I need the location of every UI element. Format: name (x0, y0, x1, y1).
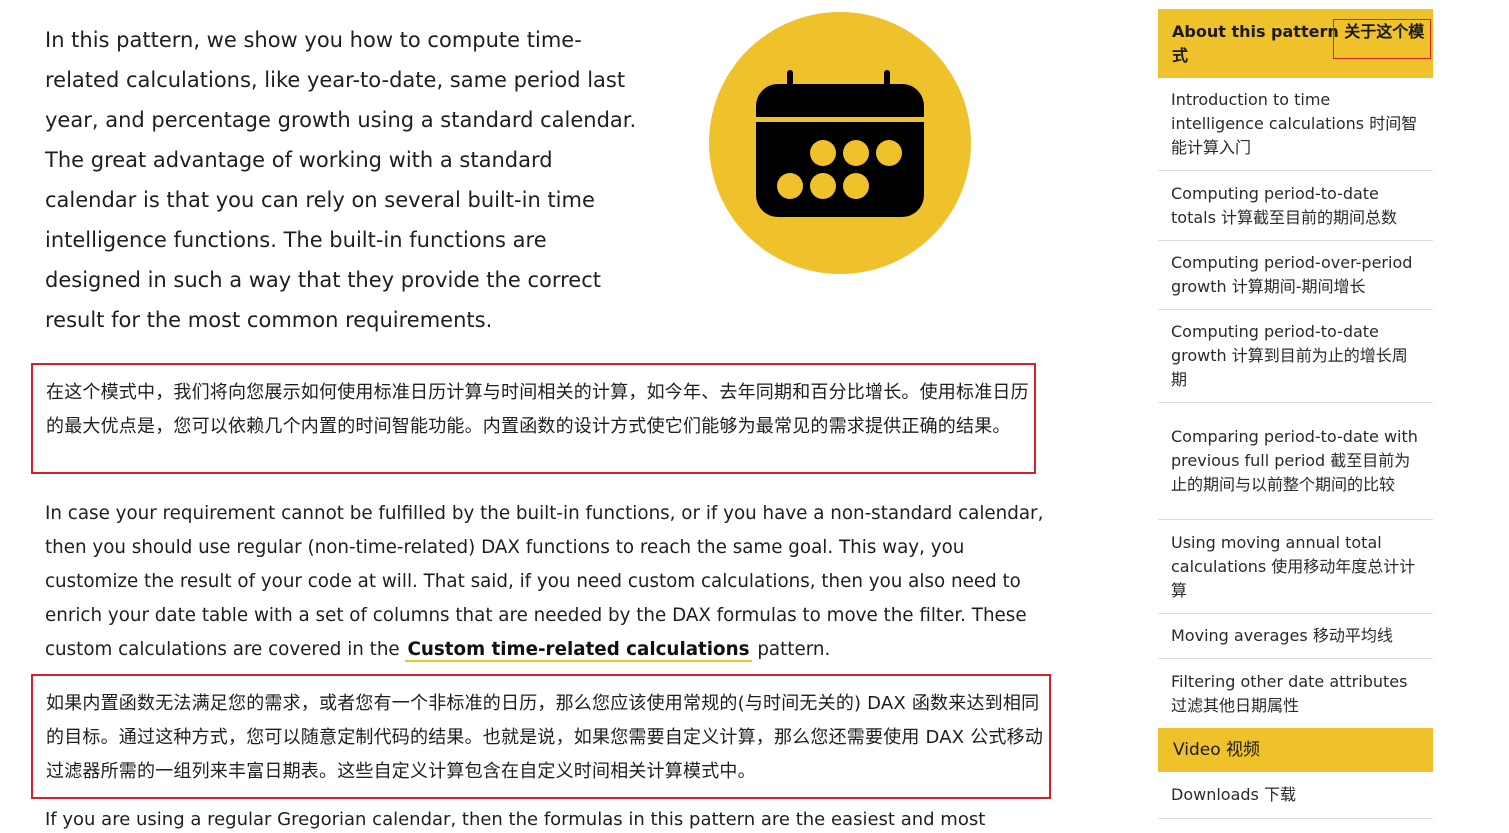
sidebar-item-label: Moving averages 移动平均线 (1171, 626, 1393, 645)
custom-time-calculations-link[interactable]: Custom time-related calculations (405, 639, 752, 662)
sidebar-item-period-to-date-growth[interactable]: Computing period-to-date growth 计算到目前为止的… (1158, 310, 1433, 403)
sidebar-toc: About this pattern 关于这个模式 Introduction t… (1158, 9, 1433, 819)
body-translation-box: 如果内置函数无法满足您的需求，或者您有一个非标准的日历，那么您应该使用常规的(与… (31, 674, 1051, 799)
translation-highlight-box (1333, 19, 1431, 59)
sidebar-item-label: Using moving annual total calculations 使… (1171, 532, 1416, 600)
sidebar-item-moving-annual-total[interactable]: Using moving annual total calculations 使… (1158, 520, 1433, 614)
sidebar-item-period-to-date-totals[interactable]: Computing period-to-date totals 计算截至目前的期… (1158, 171, 1433, 241)
calendar-icon (756, 70, 924, 217)
sidebar-item-label: Downloads 下载 (1171, 785, 1296, 804)
intro-translation-box: 在这个模式中，我们将向您展示如何使用标准日历计算与时间相关的计算，如今年、去年同… (31, 363, 1036, 474)
sidebar-item-compare-previous-period[interactable]: Comparing period-to-date with previous f… (1158, 403, 1433, 520)
body-paragraph-tail: pattern. (751, 639, 831, 660)
sidebar-item-label: Introduction to time intelligence calcul… (1171, 90, 1418, 157)
body-paragraph: In case your requirement cannot be fulfi… (45, 497, 1045, 667)
sidebar-item-introduction[interactable]: Introduction to time intelligence calcul… (1158, 78, 1433, 171)
sidebar-item-label: Computing period-over-period growth 计算期间… (1171, 253, 1413, 296)
sidebar-item-label: Computing period-to-date totals 计算截至目前的期… (1171, 183, 1398, 227)
sidebar-item-filtering-date-attributes[interactable]: Filtering other date attributes 过滤其他日期属性 (1158, 659, 1433, 728)
sidebar-item-period-over-period-growth[interactable]: Computing period-over-period growth 计算期间… (1158, 241, 1433, 310)
sidebar-item-label: Filtering other date attributes 过滤其他日期属性 (1171, 671, 1408, 715)
next-paragraph-partial: If you are using a regular Gregorian cal… (45, 809, 986, 830)
sidebar-item-label: Computing period-to-date growth 计算到目前为止的… (1171, 322, 1408, 389)
body-paragraph-text: In case your requirement cannot be fulfi… (45, 503, 1044, 660)
sidebar-item-moving-averages[interactable]: Moving averages 移动平均线 (1158, 614, 1433, 659)
sidebar-item-downloads[interactable]: Downloads 下载 (1158, 772, 1433, 819)
sidebar-item-label: Comparing period-to-date with previous f… (1171, 427, 1418, 494)
sidebar-video-section[interactable]: Video 视频 (1158, 728, 1433, 772)
intro-paragraph: In this pattern, we show you how to comp… (45, 28, 637, 332)
calendar-illustration (709, 12, 971, 274)
sidebar-header-about[interactable]: About this pattern 关于这个模式 (1158, 9, 1433, 78)
